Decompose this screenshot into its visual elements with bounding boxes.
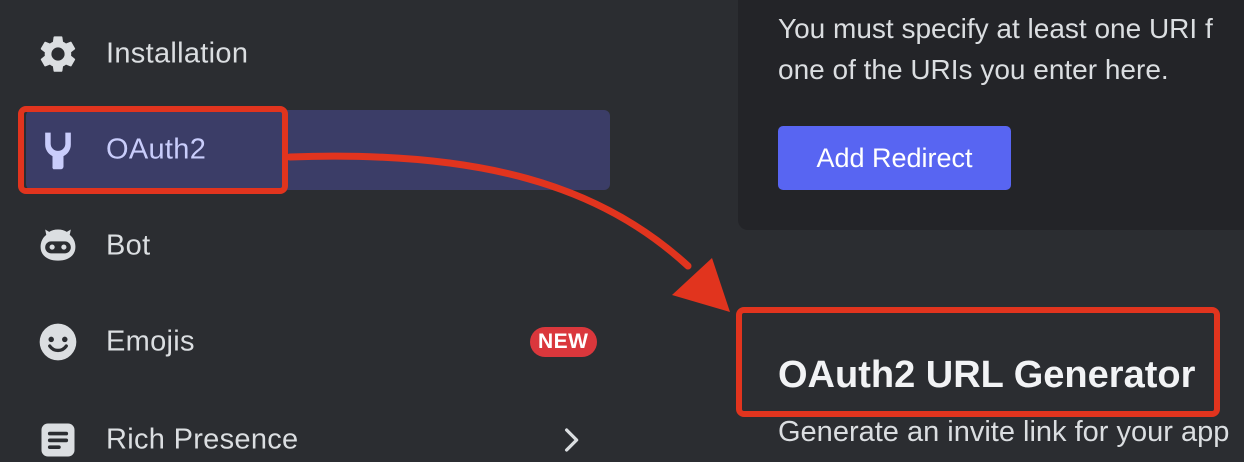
add-redirect-button[interactable]: Add Redirect: [778, 126, 1011, 190]
settings-sidebar: Installation OAuth2 Bot Emojis NEW Rich …: [0, 0, 640, 462]
redirects-card: You must specify at least one URI f one …: [738, 0, 1244, 230]
sidebar-item-bot[interactable]: Bot: [26, 206, 610, 286]
sidebar-item-emojis[interactable]: Emojis NEW: [26, 302, 610, 382]
redirects-description-line: one of the URIs you enter here.: [778, 54, 1169, 85]
redirects-description-line: You must specify at least one URI f: [778, 13, 1213, 44]
annotation-highlight-url-generator: [736, 307, 1220, 417]
bot-icon: [36, 224, 80, 268]
document-icon: [36, 418, 80, 462]
gear-icon: [36, 32, 80, 76]
sidebar-item-label: Bot: [106, 229, 151, 262]
chevron-right-icon: [556, 425, 586, 455]
app-root: Installation OAuth2 Bot Emojis NEW Rich …: [0, 0, 1244, 462]
smiley-icon: [36, 320, 80, 364]
sidebar-item-label: Installation: [106, 37, 249, 70]
url-generator-description: Generate an invite link for your app: [778, 416, 1230, 448]
sidebar-item-installation[interactable]: Installation: [26, 14, 610, 94]
sidebar-item-rich-presence[interactable]: Rich Presence: [26, 400, 610, 462]
redirects-description: You must specify at least one URI f one …: [778, 8, 1244, 90]
sidebar-item-label: Emojis: [106, 325, 195, 358]
sidebar-item-label: Rich Presence: [106, 423, 299, 456]
new-badge: NEW: [530, 327, 597, 357]
annotation-highlight-oauth2: [18, 106, 288, 194]
